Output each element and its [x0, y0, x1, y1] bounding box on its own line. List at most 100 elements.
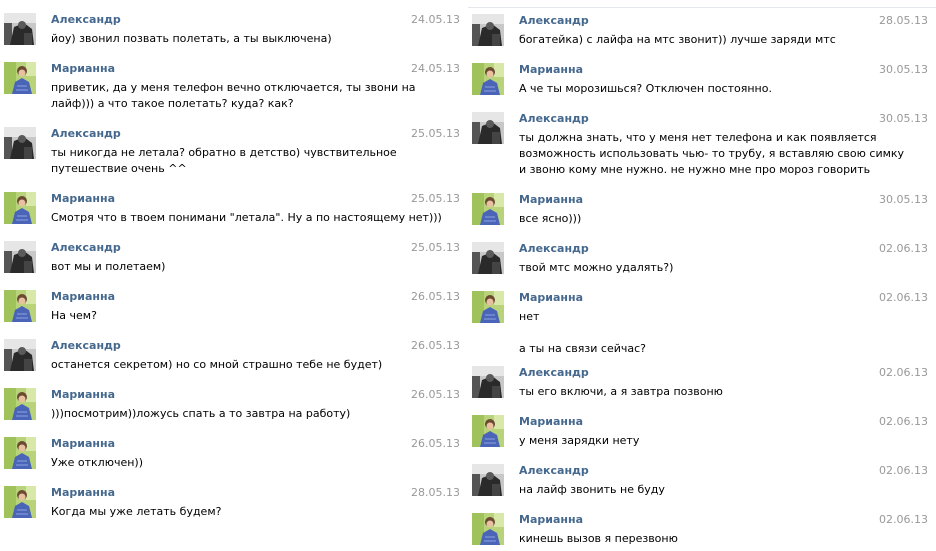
message-text: )))посмотрим))ложусь спать а то завтра н…	[51, 406, 396, 422]
message-text: йоу) звонил позвать полетать, а ты выклю…	[51, 31, 396, 47]
message-column-right: Александр 28.05.13 богатейка) с лайфа на м…	[468, 7, 936, 551]
author-name-link[interactable]: Александр	[519, 366, 589, 380]
author-name-link[interactable]: Марианна	[519, 291, 583, 305]
message-date: 28.05.13	[411, 486, 460, 499]
avatar[interactable]	[472, 63, 504, 95]
avatar[interactable]	[472, 513, 504, 545]
avatar[interactable]	[472, 291, 504, 323]
message-date: 30.05.13	[879, 63, 928, 76]
message-text: у меня зарядки нету	[519, 433, 869, 449]
author-name-link[interactable]: Александр	[51, 127, 121, 141]
message-date: 02.06.13	[879, 415, 928, 428]
message-text: все ясно)))	[519, 211, 869, 227]
avatar[interactable]	[4, 127, 36, 159]
avatar[interactable]	[4, 290, 36, 322]
avatar[interactable]	[4, 13, 36, 45]
avatar[interactable]	[472, 464, 504, 496]
avatar[interactable]	[4, 241, 36, 273]
message-text-line: на лайф звонить не буду	[519, 483, 665, 496]
message-text-line: На чем?	[51, 309, 97, 322]
message-text: кинешь вызов я перезвоню	[519, 531, 869, 547]
message-text: Смотря что в твоем понимани "летала". Ну…	[51, 210, 442, 226]
message-text-line: лайф))) а что такое полетать? куда? как?	[51, 97, 294, 110]
author-name-link[interactable]: Марианна	[51, 437, 115, 451]
avatar[interactable]	[472, 112, 504, 144]
message-date: 02.06.13	[879, 291, 928, 304]
message-text-line: путешествие очень ^^	[51, 162, 187, 175]
author-name-link[interactable]: Марианна	[519, 415, 583, 429]
message-text: твой мтс можно удалять?)	[519, 260, 869, 276]
message-text: нет а ты на связи сейчас?	[519, 309, 869, 357]
message-date: 02.06.13	[879, 513, 928, 526]
avatar[interactable]	[4, 339, 36, 371]
author-name-link[interactable]: Марианна	[51, 62, 115, 76]
message-text: приветик, да у меня телефон вечно отключ…	[51, 80, 416, 112]
avatar[interactable]	[4, 437, 36, 469]
message-date: 02.06.13	[879, 242, 928, 255]
author-name-link[interactable]: Александр	[519, 14, 589, 28]
author-name-link[interactable]: Марианна	[51, 192, 115, 206]
message-text: ты должна знать, что у меня нет телефона…	[519, 130, 904, 178]
message-date: 02.06.13	[879, 464, 928, 477]
message-date: 26.05.13	[411, 388, 460, 401]
avatar[interactable]	[4, 192, 36, 224]
message-date: 28.05.13	[879, 14, 928, 27]
message-text-line: Уже отключен))	[51, 456, 143, 469]
message-date: 24.05.13	[411, 62, 460, 75]
author-name-link[interactable]: Марианна	[519, 63, 583, 77]
message-text-line: богатейка) с лайфа на мтс звонит)) лучше…	[519, 33, 836, 46]
message-column-left: Александр 24.05.13 йоу) звонил позвать пол…	[0, 0, 466, 550]
message-date: 30.05.13	[879, 193, 928, 206]
author-name-link[interactable]: Александр	[51, 241, 121, 255]
message-text-line: А че ты морозишься? Отключен постоянно.	[519, 82, 772, 95]
message-text: ты его включи, а я завтра позвоню	[519, 384, 869, 400]
message-date: 25.05.13	[411, 192, 460, 205]
avatar[interactable]	[472, 14, 504, 46]
avatar[interactable]	[472, 242, 504, 274]
author-name-link[interactable]: Александр	[519, 112, 589, 126]
message-text-line: все ясно)))	[519, 212, 582, 225]
author-name-link[interactable]: Александр	[51, 13, 121, 27]
author-name-link[interactable]: Марианна	[51, 388, 115, 402]
avatar[interactable]	[472, 366, 504, 398]
message-text: Уже отключен))	[51, 455, 396, 471]
message-text-line: а ты на связи сейчас?	[519, 342, 646, 355]
message-text-line: йоу) звонил позвать полетать, а ты выклю…	[51, 32, 332, 45]
message-text-line: кинешь вызов я перезвоню	[519, 532, 678, 545]
author-name-link[interactable]: Марианна	[519, 513, 583, 527]
message-text-line: Смотря что в твоем понимани "летала". Ну…	[51, 211, 442, 224]
message-text: На чем?	[51, 308, 396, 324]
message-text-line: у меня зарядки нету	[519, 434, 640, 447]
author-name-link[interactable]: Марианна	[519, 193, 583, 207]
message-text-line: останется секретом) но со мной страшно т…	[51, 358, 383, 371]
message-text: богатейка) с лайфа на мтс звонит)) лучше…	[519, 32, 869, 48]
avatar[interactable]	[472, 193, 504, 225]
message-text: Когда мы уже летать будем?	[51, 504, 396, 520]
author-name-link[interactable]: Александр	[519, 464, 589, 478]
message-date: 25.05.13	[411, 127, 460, 140]
avatar[interactable]	[472, 415, 504, 447]
author-name-link[interactable]: Марианна	[51, 290, 115, 304]
message-text-line	[519, 325, 869, 341]
message-text-line: ты никогда не летала? обратно в детство)…	[51, 146, 397, 159]
message-text-line: ты должна знать, что у меня нет телефона…	[519, 131, 877, 144]
message-text: А че ты морозишься? Отключен постоянно.	[519, 81, 869, 97]
message-text-line: Когда мы уже летать будем?	[51, 505, 222, 518]
avatar[interactable]	[4, 62, 36, 94]
author-name-link[interactable]: Александр	[519, 242, 589, 256]
message-text-line: )))посмотрим))ложусь спать а то завтра н…	[51, 407, 351, 420]
author-name-link[interactable]: Александр	[51, 339, 121, 353]
message-date: 25.05.13	[411, 241, 460, 254]
message-text: вот мы и полетаем)	[51, 259, 396, 275]
author-name-link[interactable]: Марианна	[51, 486, 115, 500]
message-date: 30.05.13	[879, 112, 928, 125]
avatar[interactable]	[4, 388, 36, 420]
message-text-line: и звоню кому мне нужно. не нужно мне про…	[519, 163, 871, 176]
message-text: на лайф звонить не буду	[519, 482, 869, 498]
message-date: 26.05.13	[411, 339, 460, 352]
message-text-line: приветик, да у меня телефон вечно отключ…	[51, 81, 416, 94]
message-date: 26.05.13	[411, 437, 460, 450]
avatar[interactable]	[4, 486, 36, 518]
message-text: останется секретом) но со мной страшно т…	[51, 357, 396, 373]
message-text: ты никогда не летала? обратно в детство)…	[51, 145, 397, 177]
